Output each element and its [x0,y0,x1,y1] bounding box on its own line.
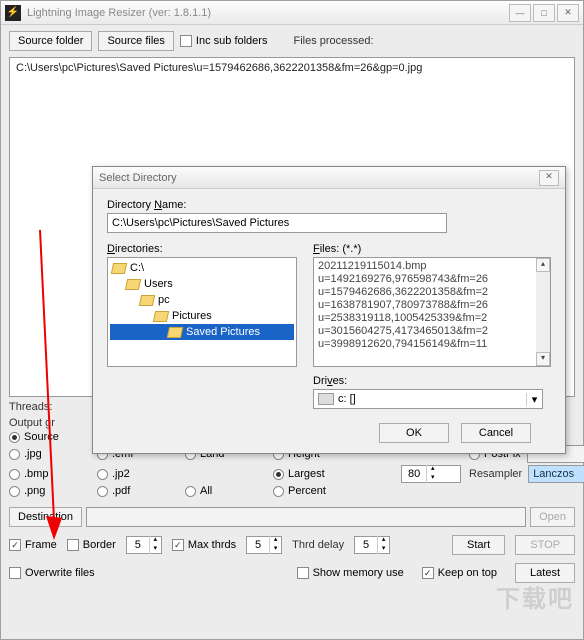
folder-icon [167,327,183,338]
file-item[interactable]: u=3998912620,794156149&fm=11 [318,338,546,351]
maximize-button[interactable]: □ [533,4,555,22]
close-button[interactable]: ✕ [557,4,579,22]
select-directory-dialog: Select Directory ✕ Directory Name: C:\Us… [92,166,566,454]
chevron-down-icon[interactable]: ▾ [526,393,542,406]
drives-dropdown[interactable]: c: [] ▾ [313,389,543,409]
cancel-button[interactable]: Cancel [461,423,531,443]
size-percent-radio[interactable]: Percent [273,485,393,497]
open-button[interactable]: Open [530,507,575,527]
frame-checkbox[interactable]: ✓Frame [9,539,57,551]
spin-up-icon[interactable]: ▴ [426,465,438,474]
inc-sub-folders-checkbox[interactable]: Inc sub folders [180,35,268,47]
format-png-radio[interactable]: .png [9,485,89,497]
file-item[interactable]: u=1638781907,780973788&fm=26 [318,299,546,312]
resampler-label: Resampler [469,468,522,480]
destination-input[interactable] [86,507,526,527]
max-thrds-checkbox[interactable]: ✓Max thrds [172,539,236,551]
window-title: Lightning Image Resizer (ver: 1.8.1.1) [27,7,509,19]
start-button[interactable]: Start [452,535,505,555]
latest-button[interactable]: Latest [515,563,575,583]
threads-label: Threads: [9,401,52,413]
scroll-down-icon[interactable]: ▾ [536,352,550,366]
scroll-up-icon[interactable]: ▴ [536,258,550,272]
file-item[interactable]: u=2538319118,1005425339&fm=2 [318,312,546,325]
file-item[interactable]: u=1492169276,976598743&fm=26 [318,273,546,286]
folder-icon [139,295,155,306]
toolbar: Source folder Source files Inc sub folde… [1,25,583,57]
dialog-titlebar: Select Directory ✕ [93,167,565,189]
source-files-button[interactable]: Source files [98,31,173,51]
file-item[interactable]: 20211219115014.bmp [318,260,546,273]
thrd-delay-spinner[interactable]: 5▴▾ [354,536,390,554]
drives-label: Drives: [313,375,551,387]
format-source-radio[interactable]: Source [9,431,89,443]
drive-icon [318,393,334,405]
files-processed-label: Files processed: [293,35,373,47]
format-jp2-radio[interactable]: .jp2 [97,468,177,480]
dialog-title: Select Directory [99,172,539,184]
tree-item[interactable]: Users [110,276,294,292]
directory-name-label: Directory Name: [107,199,551,211]
format-pdf-radio[interactable]: .pdf [97,485,177,497]
spin-down-icon[interactable]: ▾ [426,474,438,483]
tree-item[interactable]: pc [110,292,294,308]
files-listbox[interactable]: 20211219115014.bmpu=1492169276,976598743… [313,257,551,367]
directories-label: Directories: [107,243,297,255]
folder-icon [111,263,127,274]
size-value-spinner[interactable]: 80▴▾ [401,465,461,483]
tree-item[interactable]: Pictures [110,308,294,324]
folder-icon [125,279,141,290]
minimize-button[interactable]: — [509,4,531,22]
directory-tree[interactable]: C:\UserspcPicturesSaved Pictures [107,257,297,367]
overwrite-checkbox[interactable]: Overwrite files [9,567,95,579]
border-checkbox[interactable]: Border [67,539,116,551]
titlebar: ⚡ Lightning Image Resizer (ver: 1.8.1.1)… [1,1,583,25]
file-item[interactable]: u=3015604275,4173465013&fm=2 [318,325,546,338]
destination-button[interactable]: Destination [9,507,82,527]
files-label: Files: (*.*) [313,243,551,255]
resampler-dropdown[interactable]: Lanczos▾ [528,465,584,483]
ok-button[interactable]: OK [379,423,449,443]
tree-item[interactable]: Saved Pictures [110,324,294,340]
border-spinner[interactable]: 5▴▾ [126,536,162,554]
output-group-label: Output gr [9,417,55,429]
file-item[interactable]: u=1579462686,3622201358&fm=2 [318,286,546,299]
stop-button[interactable]: STOP [515,535,575,555]
show-memory-checkbox[interactable]: Show memory use [297,567,404,579]
directory-name-input[interactable]: C:\Users\pc\Pictures\Saved Pictures [107,213,447,233]
tree-item[interactable]: C:\ [110,260,294,276]
size-largest-radio[interactable]: Largest [273,468,393,480]
format-bmp-radio[interactable]: .bmp [9,468,89,480]
format-jpg-radio[interactable]: .jpg [9,448,89,460]
app-icon: ⚡ [5,5,21,21]
orient-all-radio[interactable]: All [185,485,265,497]
file-list-item[interactable]: C:\Users\pc\Pictures\Saved Pictures\u=15… [16,62,568,74]
max-thrds-spinner[interactable]: 5▴▾ [246,536,282,554]
thrd-delay-label: Thrd delay [292,539,344,551]
dialog-close-button[interactable]: ✕ [539,170,559,186]
keep-on-top-checkbox[interactable]: ✓Keep on top [422,567,497,579]
source-folder-button[interactable]: Source folder [9,31,92,51]
scrollbar[interactable]: ▴ ▾ [536,258,550,366]
folder-icon [153,311,169,322]
